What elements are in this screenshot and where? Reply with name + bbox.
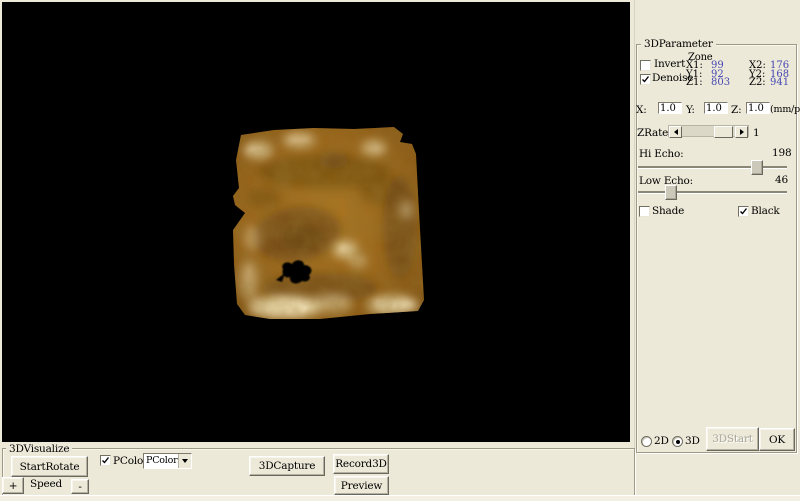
- zrate-scroll-right-button[interactable]: [735, 126, 748, 138]
- hi-echo-value: 198: [772, 147, 791, 159]
- param-groupbox-title: 3DParameter: [641, 38, 716, 50]
- zrate-scroll-left-button[interactable]: [669, 126, 682, 138]
- shade-label: Shade: [652, 205, 684, 217]
- scale-unit-label: (mm/p): [770, 104, 800, 115]
- mode-2d-label: 2D: [654, 435, 669, 447]
- start-rotate-button[interactable]: StartRotate: [11, 456, 88, 477]
- zone-row: Z1:803Z2:941: [686, 79, 789, 88]
- mode-3d-radio[interactable]: [672, 436, 683, 447]
- low-echo-slider-track[interactable]: [638, 191, 787, 194]
- 3dcapture-button[interactable]: 3DCapture: [249, 456, 325, 476]
- black-checkbox[interactable]: [738, 206, 749, 217]
- zone-z1-label: Z1:: [686, 79, 711, 88]
- pcolor-dropdown[interactable]: PColor: [143, 453, 192, 469]
- arrow-left-icon: [674, 129, 678, 135]
- record3d-button[interactable]: Record3D: [333, 454, 389, 474]
- denoise-checkbox[interactable]: [640, 74, 651, 85]
- radio-dot: [676, 440, 680, 444]
- zone-z2-value: 941: [770, 77, 789, 88]
- pcolor-dropdown-value: PColor: [146, 455, 177, 466]
- 3d-render-viewport[interactable]: [2, 2, 630, 442]
- check-icon: [641, 75, 650, 84]
- zone-z1-value: 803: [711, 79, 749, 88]
- hi-echo-slider-thumb[interactable]: [751, 160, 763, 175]
- hi-echo-slider-track[interactable]: [638, 166, 787, 169]
- speed-plus-button[interactable]: +: [2, 477, 24, 494]
- check-icon: [101, 456, 110, 465]
- mode-3d-label: 3D: [685, 435, 700, 447]
- ok-button[interactable]: OK: [759, 428, 795, 451]
- panel-divider: [634, 0, 635, 495]
- scale-x-input[interactable]: [658, 102, 682, 114]
- invert-label: Invert: [654, 58, 685, 70]
- low-echo-slider-thumb[interactable]: [665, 185, 677, 200]
- zrate-scrollbar[interactable]: [668, 125, 749, 137]
- zone-z2-label: Z2:: [749, 79, 770, 88]
- scale-z-label: Z:: [731, 104, 741, 116]
- scale-z-input[interactable]: [746, 102, 770, 114]
- status-bar: [0, 495, 800, 501]
- arrow-right-icon: [740, 129, 744, 135]
- application-window: 3DParameter Invert Denoise Zone X1:99X2:…: [0, 0, 800, 500]
- shade-checkbox[interactable]: [639, 206, 650, 217]
- speed-label: Speed: [30, 478, 62, 490]
- speed-minus-button[interactable]: -: [71, 479, 89, 494]
- visualize-groupbox-title: 3DVisualize: [6, 443, 72, 455]
- pcolor-dropdown-button[interactable]: [178, 454, 191, 468]
- zrate-label: ZRate: [637, 127, 668, 139]
- 3d-volume-render: [2, 2, 630, 442]
- black-label: Black: [751, 205, 780, 217]
- check-icon: [739, 207, 748, 216]
- invert-checkbox[interactable]: [640, 60, 651, 71]
- scale-y-input[interactable]: [704, 102, 728, 114]
- 3dstart-button[interactable]: 3DStart: [706, 427, 759, 451]
- chevron-down-icon: [182, 459, 188, 463]
- scale-y-label: Y:: [686, 104, 695, 116]
- preview-button[interactable]: Preview: [334, 476, 389, 495]
- hi-echo-label: Hi Echo:: [639, 148, 683, 160]
- zrate-value: 1: [753, 127, 759, 139]
- scale-x-label: X:: [636, 104, 647, 116]
- low-echo-value: 46: [775, 174, 788, 186]
- mode-2d-radio[interactable]: [641, 436, 652, 447]
- pcolor-checkbox[interactable]: [100, 455, 111, 466]
- zrate-scrollbar-thumb[interactable]: [714, 126, 733, 138]
